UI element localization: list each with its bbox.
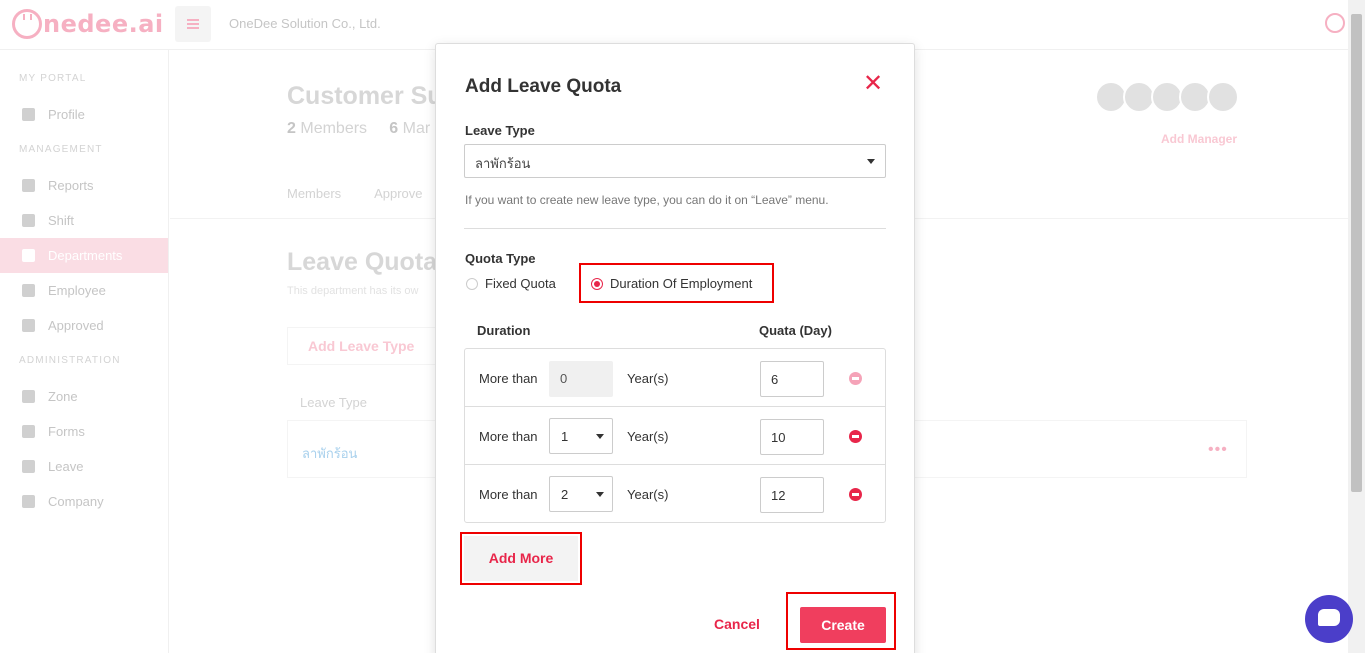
scrollbar-thumb[interactable] xyxy=(1351,14,1362,492)
modal-title: Add Leave Quota xyxy=(465,76,622,97)
years-unit-label: Year(s) xyxy=(627,429,669,444)
radio-fixed-quota[interactable]: Fixed Quota xyxy=(466,276,556,291)
chevron-down-icon xyxy=(596,492,604,497)
cancel-button[interactable]: Cancel xyxy=(714,616,760,632)
highlight-box xyxy=(460,532,582,585)
years-selected-value: 2 xyxy=(561,487,569,502)
years-field-readonly: 0 xyxy=(549,361,613,397)
more-than-label: More than xyxy=(479,487,538,502)
table-row: More than 0 Year(s) 6 xyxy=(465,349,885,407)
table-row: More than 2 Year(s) 12 xyxy=(465,465,885,523)
quota-input[interactable]: 6 xyxy=(760,361,824,397)
years-unit-label: Year(s) xyxy=(627,487,669,502)
years-unit-label: Year(s) xyxy=(627,371,669,386)
years-select[interactable]: 2 xyxy=(549,476,613,512)
table-row: More than 1 Year(s) 10 xyxy=(465,407,885,465)
close-icon[interactable]: ✕ xyxy=(863,72,883,96)
more-than-label: More than xyxy=(479,371,538,386)
chevron-down-icon xyxy=(867,159,875,164)
leave-type-select[interactable]: ลาพักร้อน xyxy=(464,144,886,178)
quota-input[interactable]: 12 xyxy=(760,477,824,513)
remove-row-icon[interactable] xyxy=(849,430,862,443)
remove-row-icon xyxy=(849,372,862,385)
years-select[interactable]: 1 xyxy=(549,418,613,454)
divider xyxy=(464,228,886,229)
more-than-label: More than xyxy=(479,429,538,444)
duration-table: More than 0 Year(s) 6 More than 1 Year(s… xyxy=(464,348,886,523)
quota-input[interactable]: 10 xyxy=(760,419,824,455)
radio-icon xyxy=(466,277,478,290)
quota-type-label: Quota Type xyxy=(465,251,536,266)
chevron-down-icon xyxy=(596,434,604,439)
highlight-box xyxy=(579,263,774,303)
years-selected-value: 1 xyxy=(561,429,569,444)
chat-bubble-icon[interactable] xyxy=(1305,595,1353,643)
duration-column-header: Duration xyxy=(477,323,531,338)
leave-type-hint: If you want to create new leave type, yo… xyxy=(465,193,829,207)
add-leave-quota-modal: Add Leave Quota ✕ Leave Type ลาพักร้อน I… xyxy=(435,43,915,653)
leave-type-selected-value: ลาพักร้อน xyxy=(475,156,531,171)
leave-type-label: Leave Type xyxy=(465,123,535,138)
remove-row-icon[interactable] xyxy=(849,488,862,501)
highlight-box xyxy=(786,592,896,650)
radio-label: Fixed Quota xyxy=(485,276,556,291)
quota-column-header: Quata (Day) xyxy=(759,323,832,338)
